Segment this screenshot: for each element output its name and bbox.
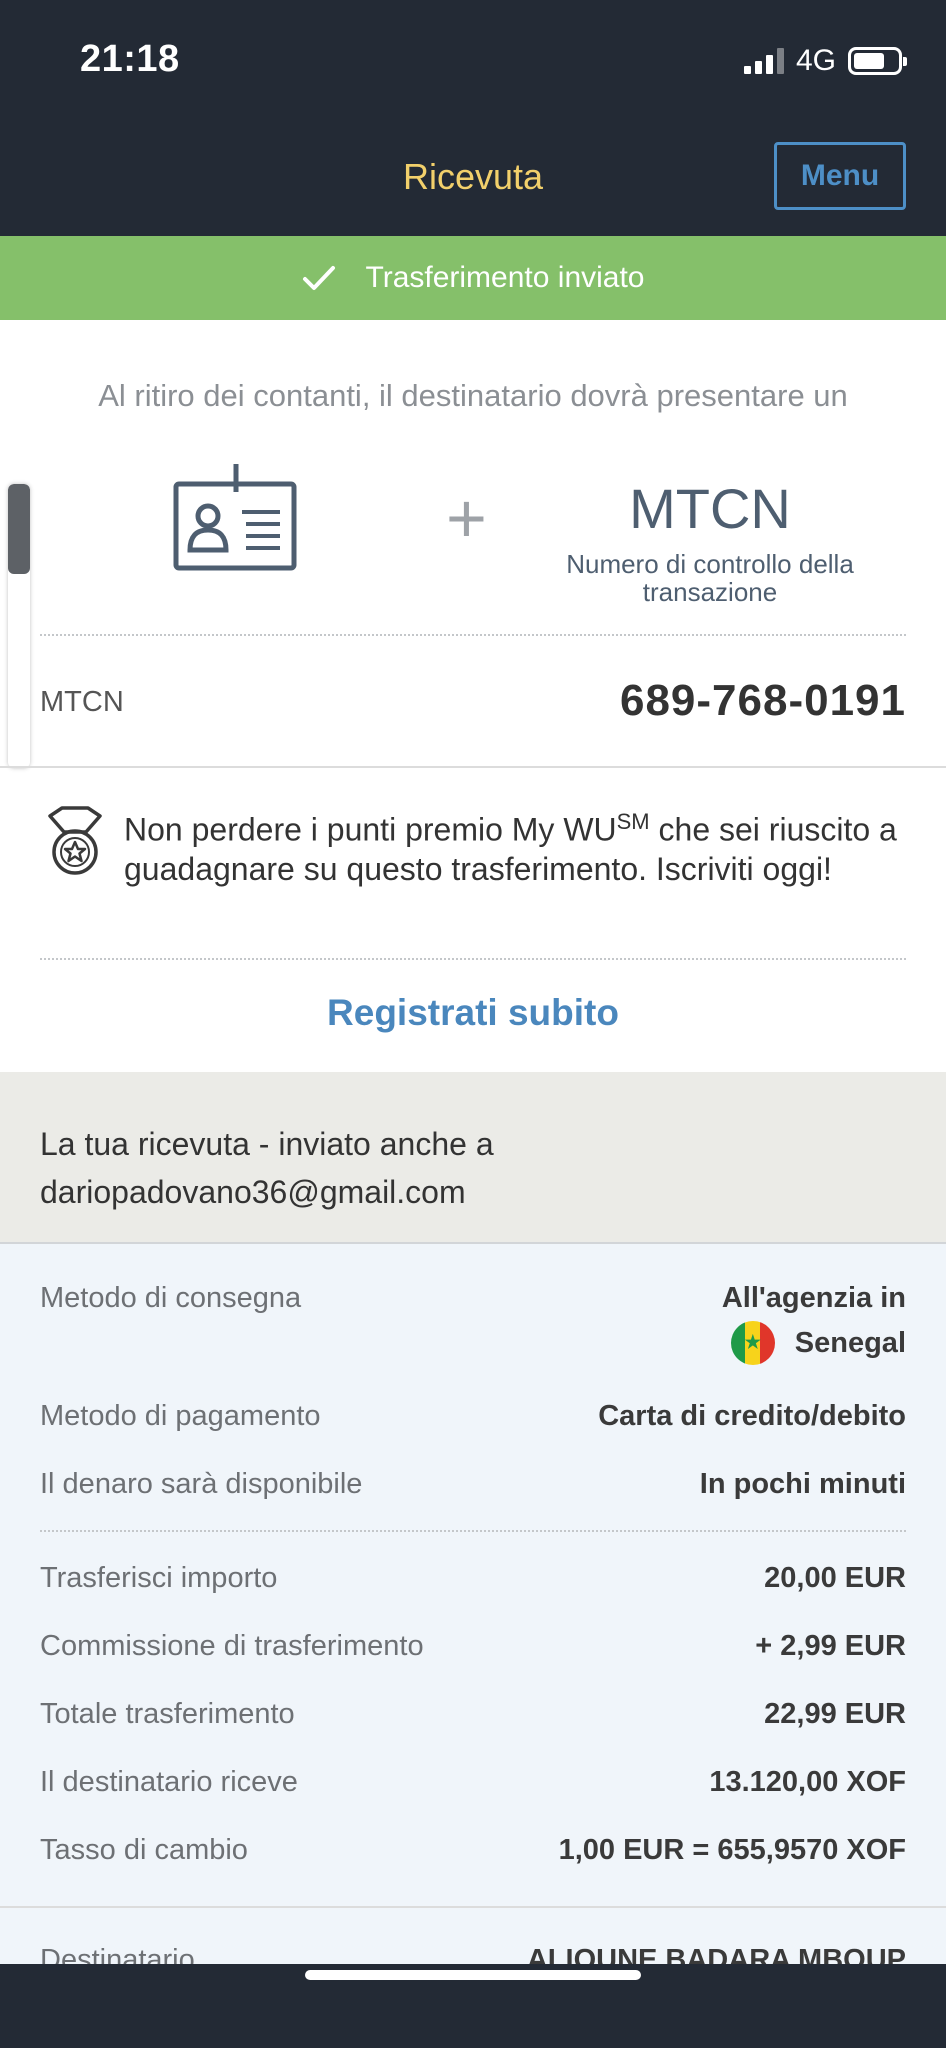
mtcn-value: 689-768-0191	[619, 676, 906, 725]
transfer-total-value: 22,99 EUR	[764, 1698, 906, 1730]
divider	[40, 958, 906, 960]
transfer-amount-label: Trasferisci importo	[40, 1562, 278, 1594]
availability-label: Il denaro sarà disponibile	[40, 1468, 363, 1500]
mtcn-label: MTCN	[40, 686, 124, 718]
delivery-method-value: All'agenzia in ★ Senegal	[722, 1282, 906, 1365]
check-icon	[302, 266, 335, 290]
promo-text: Non perdere i punti premio My WUSM che s…	[124, 809, 897, 887]
scrollbar-thumb[interactable]	[8, 484, 30, 574]
id-card-icon	[173, 464, 297, 571]
signal-icon	[743, 48, 784, 74]
home-indicator[interactable]	[305, 1970, 641, 1980]
recipient-receives-value: 13.120,00 XOF	[709, 1766, 906, 1798]
banner-text: Trasferimento inviato	[365, 261, 645, 294]
delivery-method-label: Metodo di consegna	[40, 1282, 302, 1314]
transfer-fee-label: Commissione di trasferimento	[40, 1630, 424, 1662]
receipt-header-text: La tua ricevuta - inviato anche a dariop…	[40, 1120, 494, 1216]
transfer-fee-value: + 2,99 EUR	[755, 1630, 906, 1662]
register-now-link[interactable]: Registrati subito	[0, 992, 946, 1034]
exchange-rate-label: Tasso di cambio	[40, 1834, 248, 1866]
receipt-email: dariopadovano36@gmail.com	[40, 1174, 466, 1210]
mtcn-subtitle: Numero di controllo della transazione	[566, 549, 854, 607]
senegal-flag-icon: ★	[730, 1321, 775, 1365]
success-banner: Trasferimento inviato	[0, 236, 946, 320]
status-bar: 21:18 4G	[0, 0, 946, 120]
menu-button[interactable]: Menu	[774, 142, 906, 210]
divider	[40, 634, 906, 636]
divider	[0, 1906, 946, 1908]
mtcn-title: MTCN	[629, 477, 791, 540]
recipient-receives-label: Il destinatario riceve	[40, 1766, 298, 1798]
status-time: 21:18	[80, 38, 180, 80]
availability-value: In pochi minuti	[699, 1468, 906, 1500]
divider	[0, 766, 946, 768]
nav-bar: Ricevuta Menu	[0, 120, 946, 236]
divider	[40, 1530, 906, 1532]
service-mark: SM	[616, 809, 650, 834]
payment-method-label: Metodo di pagamento	[40, 1400, 321, 1432]
transfer-total-label: Totale trasferimento	[40, 1698, 295, 1730]
pickup-intro: Al ritiro dei contanti, il destinatario …	[98, 378, 848, 413]
receipt-header: La tua ricevuta - inviato anche a dariop…	[0, 1072, 946, 1244]
payment-method-value: Carta di credito/debito	[598, 1400, 906, 1432]
status-indicators: 4G	[743, 44, 907, 78]
medal-icon	[48, 806, 102, 875]
transaction-details: Metodo di consegna All'agenzia in ★ Sene…	[0, 1244, 946, 1976]
plus-sign: +	[446, 479, 487, 557]
receipt-sent-to: La tua ricevuta - inviato anche a	[40, 1126, 494, 1162]
scrollbar[interactable]	[8, 484, 30, 768]
battery-icon	[848, 47, 907, 75]
transfer-amount-value: 20,00 EUR	[764, 1562, 906, 1594]
exchange-rate-value: 1,00 EUR = 655,9570 XOF	[558, 1834, 906, 1866]
network-type: 4G	[795, 44, 836, 77]
